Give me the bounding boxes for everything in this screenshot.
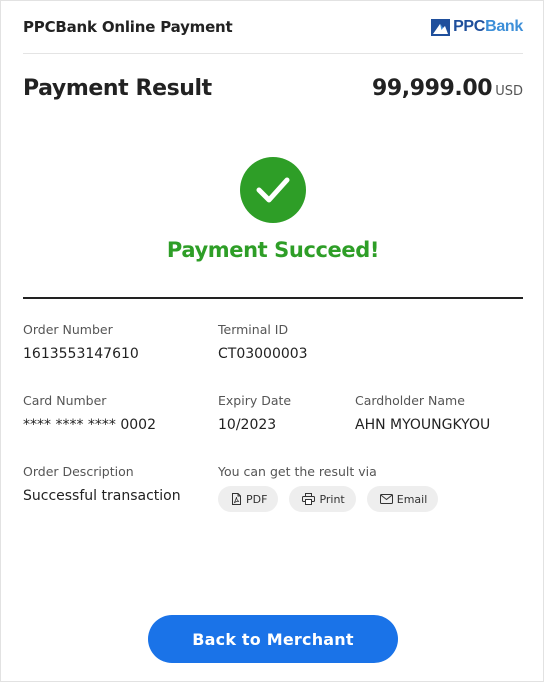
print-button[interactable]: Print [289, 486, 356, 512]
email-button-label: Email [396, 492, 428, 506]
printer-icon [302, 493, 316, 505]
print-button-label: Print [319, 492, 345, 506]
envelope-icon [379, 494, 393, 504]
card-number-value: **** **** **** 0002 [23, 417, 156, 433]
checkmark-icon [256, 177, 290, 203]
order-description-label: Order Description [23, 464, 134, 479]
terminal-id-field: Terminal ID CT03000003 [218, 322, 308, 363]
terminal-id-label: Terminal ID [218, 322, 289, 337]
expiry-date-value: 10/2023 [218, 417, 277, 433]
bank-logo-text-main: PPC [453, 18, 486, 35]
payment-result-page: PPCBank Online Payment PPCBank Payment R… [0, 0, 544, 682]
email-button[interactable]: Email [366, 486, 439, 512]
share-buttons: PDF Print Email [218, 486, 439, 512]
header-title: PPCBank Online Payment [23, 18, 233, 36]
pdf-button-label: PDF [246, 492, 268, 506]
share-options-field: You can get the result via [218, 464, 377, 480]
card-number-field: Card Number **** **** **** 0002 [23, 393, 156, 434]
cardholder-name-field: Cardholder Name AHN MYOUNGKYOU [355, 393, 490, 434]
result-summary: Payment Result 99,999.00 USD [23, 76, 523, 112]
section-divider [23, 297, 523, 299]
bank-logo-icon [431, 18, 451, 36]
page-header: PPCBank Online Payment PPCBank [23, 1, 523, 54]
expiry-date-field: Expiry Date 10/2023 [218, 393, 291, 434]
back-to-merchant-button[interactable]: Back to Merchant [148, 615, 398, 663]
bank-logo-text-accent: Bank [485, 18, 523, 35]
order-number-label: Order Number [23, 322, 113, 337]
order-description-field: Order Description Successful transaction [23, 464, 181, 505]
order-number-field: Order Number 1613553147610 [23, 322, 139, 363]
pdf-file-icon [232, 493, 241, 505]
check-circle-icon [240, 157, 306, 223]
order-description-value: Successful transaction [23, 488, 181, 504]
terminal-id-value: CT03000003 [218, 346, 308, 362]
success-message: Payment Succeed! [166, 238, 380, 262]
payment-amount: 99,999.00 USD [372, 76, 523, 101]
amount-currency: USD [495, 84, 523, 99]
bank-logo: PPCBank [431, 18, 523, 36]
bank-logo-text: PPCBank [453, 18, 523, 36]
card-number-label: Card Number [23, 393, 107, 408]
share-options-label: You can get the result via [218, 464, 377, 479]
expiry-date-label: Expiry Date [218, 393, 292, 408]
page-title: Payment Result [23, 76, 212, 101]
amount-value: 99,999.00 [371, 76, 493, 101]
cardholder-name-value: AHN MYOUNGKYOU [355, 417, 491, 433]
pdf-button[interactable]: PDF [218, 486, 279, 512]
cardholder-name-label: Cardholder Name [355, 393, 465, 408]
order-number-value: 1613553147610 [23, 346, 139, 362]
